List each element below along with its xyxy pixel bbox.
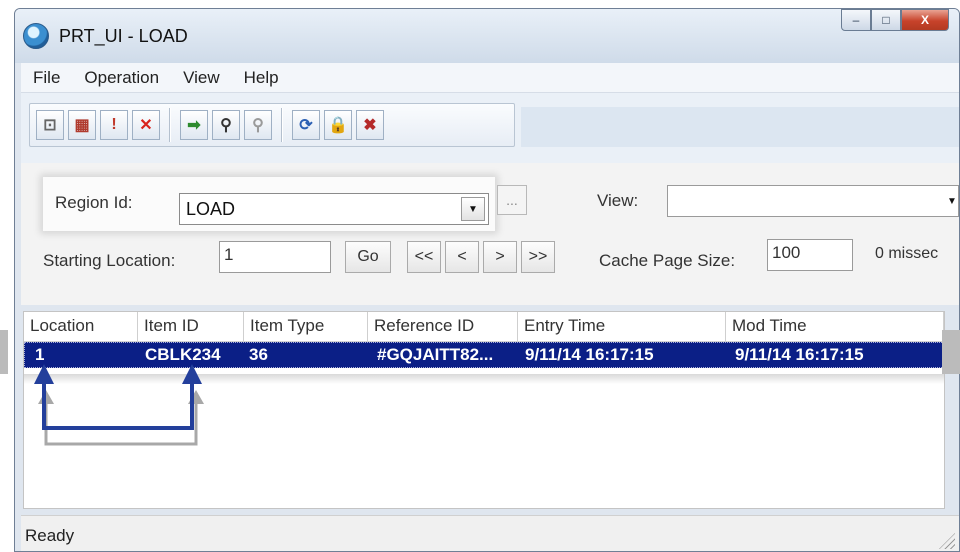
first-page-button[interactable]: << [407,241,441,273]
title-bar: PRT_UI - LOAD – □ X [15,9,959,63]
column-item-type[interactable]: Item Type [244,312,368,342]
status-bar: Ready [21,515,959,551]
go-button[interactable]: Go [345,241,391,273]
lock-icon: 🔒 [328,117,348,134]
calendar-button[interactable]: ▦ [68,110,96,140]
toolbar-area: ⊡ ▦! ✕ ➡ ⚲ ⚲ ⟳ 🔒 ✖ [21,93,959,165]
status-text: Ready [25,526,75,545]
region-id-value: LOAD [186,199,236,219]
menu-operation[interactable]: Operation [72,68,171,88]
column-location[interactable]: Location [24,312,138,342]
last-page-button[interactable]: >> [521,241,555,273]
region-browse-button[interactable]: ... [497,185,527,215]
cell-reference-id: #GQJAITT82... [377,345,494,364]
lock-button[interactable]: 🔒 [324,110,352,140]
cell-item-id: CBLK234 [145,345,221,364]
region-panel: Region Id: LOAD ▼ [43,177,495,231]
region-id-select[interactable]: LOAD ▼ [179,193,489,225]
window-title: PRT_UI - LOAD [59,26,188,46]
column-mod-time[interactable]: Mod Time [726,312,944,342]
menu-bar: File Operation View Help [21,63,959,93]
menu-help[interactable]: Help [232,68,291,88]
binoculars-icon: ⚲ [220,117,232,134]
go-arrow-button[interactable]: ➡ [180,110,208,140]
view-select[interactable]: ▼ [667,185,959,217]
calendar-icon: ▦ [74,117,90,134]
cell-mod-time: 9/11/14 16:17:15 [735,345,864,364]
row-edge-shade-left [0,330,8,374]
refresh-button[interactable]: ⟳ [292,110,320,140]
starting-location-input[interactable]: 1 [219,241,331,273]
delete-icon: ✕ [139,117,153,134]
missed-count-text: 0 missec [875,245,939,262]
menu-file[interactable]: File [21,68,72,88]
cell-item-type: 36 [249,345,268,364]
delete-document-button[interactable]: ✖ [356,110,384,140]
cell-location: 1 [35,345,45,364]
search-form: Region Id: LOAD ▼ ... View: ▼ Starting L… [21,163,959,305]
grid-header: Location Item ID Item Type Reference ID … [24,312,944,342]
menu-view[interactable]: View [171,68,232,88]
cache-page-size-input[interactable]: 100 [767,239,853,271]
toolbar: ⊡ ▦! ✕ ➡ ⚲ ⚲ ⟳ 🔒 ✖ [29,103,515,147]
resize-grip-icon[interactable] [939,533,955,549]
caption-buttons: – □ X [841,9,949,31]
results-grid: Location Item ID Item Type Reference ID … [23,311,945,509]
region-id-label: Region Id: [55,193,133,212]
new-record-button[interactable]: ⊡ [36,110,64,140]
document-alert-button[interactable]: ! [100,110,128,140]
toolbar-separator [281,108,283,142]
next-page-button[interactable]: > [483,241,517,273]
toolbar-strip [521,107,959,147]
column-item-id[interactable]: Item ID [138,312,244,342]
go-arrow-icon: ➡ [187,117,201,134]
minimize-button[interactable]: – [841,9,871,31]
region-dropdown-icon[interactable]: ▼ [461,197,485,221]
cache-page-size-label: Cache Page Size: [599,251,736,270]
app-globe-icon [23,23,49,49]
maximize-button[interactable]: □ [871,9,901,31]
prev-page-button[interactable]: < [445,241,479,273]
binoculars-next-icon: ⚲ [252,117,264,134]
delete-document-icon: ✖ [363,117,377,134]
binoculars-button[interactable]: ⚲ [212,110,240,140]
view-label: View: [597,191,639,210]
row-shadow [24,374,944,384]
new-record-icon: ⊡ [43,117,57,134]
row-edge-shade-right [942,330,960,374]
delete-button[interactable]: ✕ [132,110,160,140]
close-button[interactable]: X [901,9,949,31]
binoculars-next-button[interactable]: ⚲ [244,110,272,140]
view-dropdown-icon[interactable]: ▼ [940,189,959,213]
column-entry-time[interactable]: Entry Time [518,312,726,342]
cell-entry-time: 9/11/14 16:17:15 [525,345,654,364]
document-alert-icon: ! [111,116,117,133]
table-row[interactable]: 1 CBLK234 36 #GQJAITT82... 9/11/14 16:17… [24,342,944,368]
refresh-icon: ⟳ [299,117,313,134]
toolbar-separator [169,108,171,142]
column-reference-id[interactable]: Reference ID [368,312,518,342]
app-window: PRT_UI - LOAD – □ X File Operation View … [14,8,960,552]
starting-location-label: Starting Location: [43,251,176,270]
